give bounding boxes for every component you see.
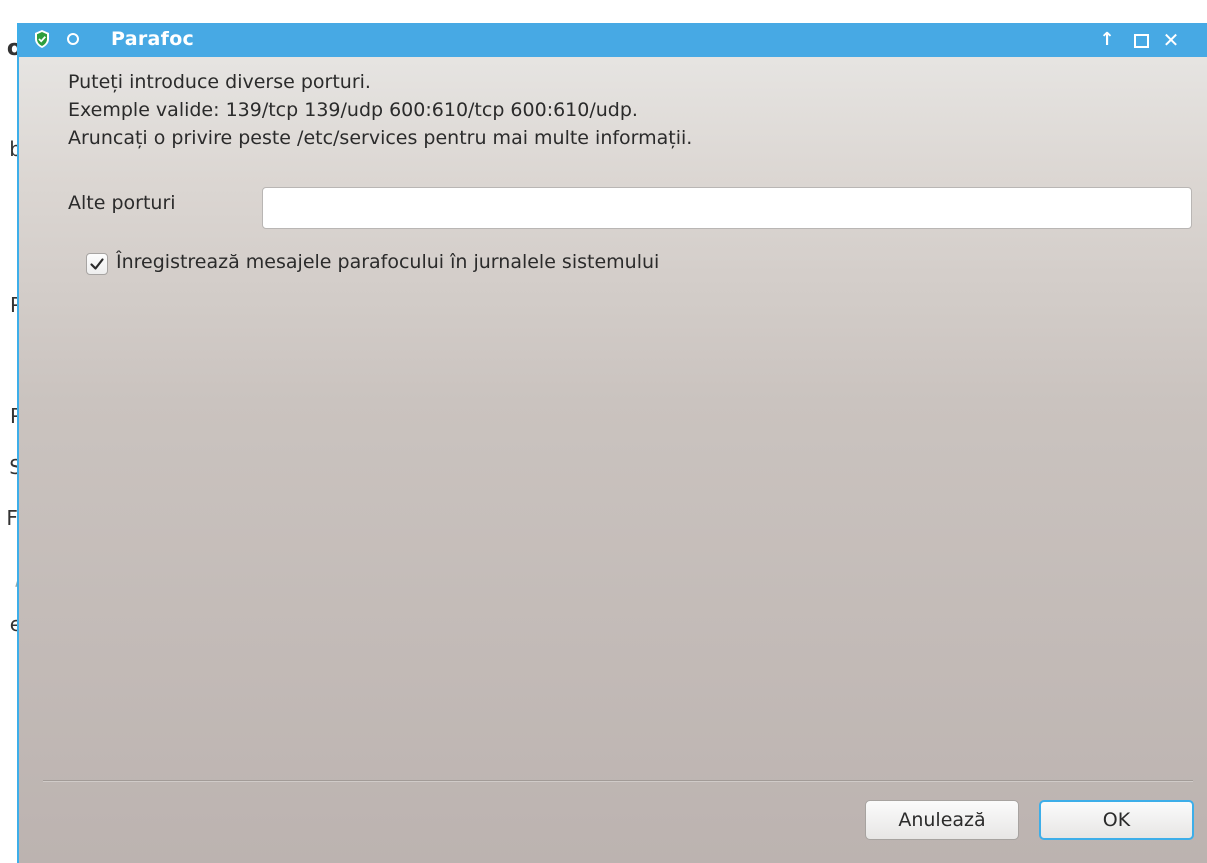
firewall-dialog: Parafoc ↑ ✕ Puteți introduce diverse por… bbox=[17, 23, 1207, 863]
log-messages-label[interactable]: Înregistrează mesajele parafocului în ju… bbox=[116, 251, 659, 273]
cancel-button[interactable]: Anulează bbox=[865, 800, 1019, 840]
title-bar[interactable]: Parafoc ↑ ✕ bbox=[19, 23, 1207, 57]
close-button[interactable]: ✕ bbox=[1161, 29, 1181, 51]
maximize-button[interactable] bbox=[1131, 29, 1151, 51]
button-separator bbox=[43, 780, 1193, 782]
maximize-icon bbox=[1133, 34, 1149, 48]
log-messages-checkbox[interactable] bbox=[86, 253, 108, 275]
other-ports-label: Alte porturi bbox=[68, 192, 176, 214]
keep-above-button[interactable]: ↑ bbox=[1097, 29, 1117, 51]
desktop: o b l l P l P S Fi / e Parafoc ↑ ✕ bbox=[0, 0, 1207, 863]
shield-icon bbox=[33, 29, 51, 49]
ok-button[interactable]: OK bbox=[1039, 800, 1194, 840]
other-ports-input[interactable] bbox=[262, 187, 1192, 229]
info-text-line: Puteți introduce diverse porturi. bbox=[68, 71, 371, 93]
window-title: Parafoc bbox=[111, 28, 195, 50]
info-text-line: Exemple valide: 139/tcp 139/udp 600:610/… bbox=[68, 99, 638, 121]
dialog-content: Puteți introduce diverse porturi. Exempl… bbox=[19, 57, 1207, 863]
info-text-line: Aruncați o privire peste /etc/services p… bbox=[68, 127, 693, 149]
window-menu-icon[interactable] bbox=[67, 33, 79, 45]
checkmark-icon bbox=[90, 258, 104, 270]
